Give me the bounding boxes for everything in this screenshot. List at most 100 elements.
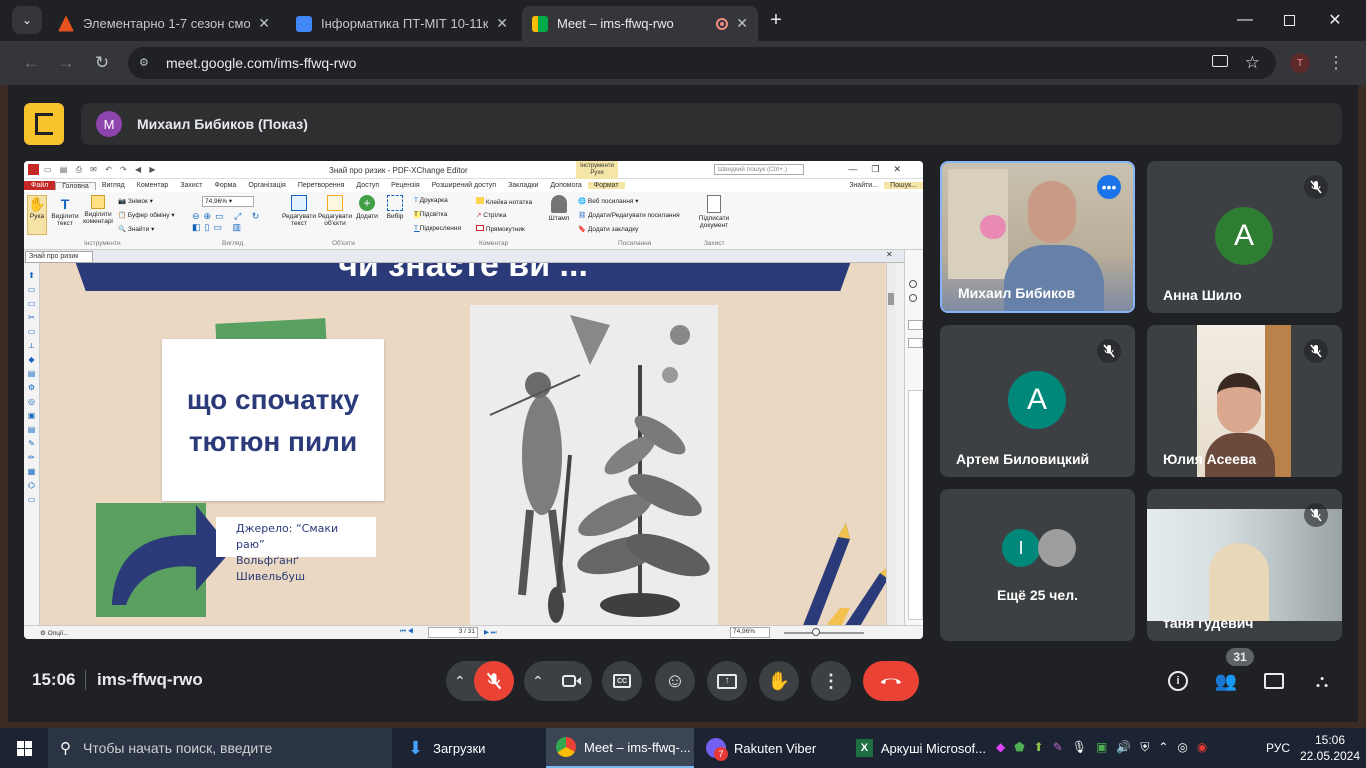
browser-tab-3[interactable]: Meet – ims-ffwq-rwo ✕ (522, 6, 758, 41)
menu-advanced-access[interactable]: Розширений доступ (426, 182, 502, 189)
maximize-button[interactable] (1266, 0, 1312, 40)
status-zoom-select[interactable]: 74,96% (730, 627, 770, 638)
menu-protect[interactable]: Захист (174, 182, 208, 189)
radio-icon[interactable] (909, 294, 917, 302)
leave-call-button[interactable] (863, 661, 919, 701)
choose-button[interactable]: Вибір (382, 195, 408, 220)
input-language[interactable]: РУС (1266, 728, 1290, 768)
mic-toggle-button[interactable] (474, 661, 514, 701)
taskbar-app-excel[interactable]: X Аркуші Microsof... (850, 728, 986, 768)
edit-objects-button[interactable]: Редагувати об'єкти (318, 195, 352, 227)
pdf-window-controls[interactable]: —❐✕ (848, 164, 915, 175)
people-button[interactable]: 👥 (1210, 666, 1242, 696)
participant-tile-mikhail[interactable]: ••• Михаил Бибиков (940, 161, 1135, 313)
find-tool-button[interactable]: 🔍 Знайти ▾ (118, 225, 154, 233)
panel-input[interactable] (908, 338, 923, 348)
taskbar-app-chrome[interactable]: Meet – ims-ffwq-... (546, 728, 694, 768)
tray-app-icon[interactable]: ⛨ (1140, 740, 1149, 756)
scrollbar-thumb[interactable] (888, 293, 894, 305)
tray-app-icon[interactable]: ▣ (1096, 740, 1107, 756)
site-info-icon[interactable]: ⚙ (139, 56, 153, 70)
menu-file[interactable]: Файл (24, 181, 56, 190)
start-button[interactable] (0, 728, 48, 768)
add-button[interactable]: + Додати (354, 195, 380, 220)
pen-icon[interactable]: ✎ (1053, 740, 1063, 756)
chevron-up-icon[interactable]: ⌃ (1158, 740, 1168, 756)
rectangle-button[interactable]: Прямокутник (476, 225, 525, 233)
chevron-up-icon[interactable]: ⌃ (454, 673, 466, 690)
close-icon[interactable]: ✕ (258, 15, 270, 32)
menu-comment[interactable]: Коментар (131, 182, 174, 189)
browser-tab-1[interactable]: Элементарно 1-7 сезон смотр ✕ (48, 6, 280, 41)
activities-button[interactable]: ⛬ (1306, 666, 1338, 696)
vertical-scrollbar[interactable] (886, 263, 895, 625)
menu-convert[interactable]: Перетворення (292, 182, 351, 189)
zoom-slider[interactable] (784, 628, 864, 636)
new-tab-button[interactable]: + (764, 8, 788, 32)
first-page-icon[interactable]: ⏮ ◀ (400, 628, 413, 636)
taskbar-app-viber[interactable]: 7 Rakuten Viber (700, 728, 840, 768)
raise-hand-button[interactable]: ✋ (759, 661, 799, 701)
add-edit-links-button[interactable]: ⛓ Додати/Редагувати посилання (578, 211, 680, 219)
select-text-button[interactable]: T Виділити текст (50, 195, 80, 235)
tray-app-icon[interactable]: ◉ (1197, 740, 1207, 756)
search-button[interactable]: Пошук... (884, 182, 923, 189)
snapshot-button[interactable]: 📷 Знімок ▾ (118, 197, 153, 205)
sign-document-button[interactable]: Підписати документ (696, 195, 732, 229)
menu-format[interactable]: Формат (587, 182, 625, 189)
present-button[interactable]: ↑ (707, 661, 747, 701)
find-button[interactable]: Знайти... (843, 182, 884, 189)
close-icon[interactable]: ✕ (886, 250, 893, 259)
captions-button[interactable]: CC (602, 661, 642, 701)
reload-button[interactable]: ↻ (90, 51, 114, 75)
more-options-button[interactable]: ⋮ (811, 661, 851, 701)
forward-button[interactable]: → (54, 51, 78, 75)
next-page-icon[interactable]: ▶ ⏭ (484, 628, 497, 637)
participant-tile-anna[interactable]: A Анна Шило (1147, 161, 1342, 313)
camera-toggle-button[interactable] (552, 661, 592, 701)
profile-avatar[interactable]: T (1290, 53, 1310, 73)
page-number-input[interactable]: 3 / 31 (428, 627, 478, 638)
participant-tile-artem[interactable]: A Артем Биловицкий (940, 325, 1135, 477)
tray-app-icon[interactable]: ◆ (996, 740, 1005, 756)
meeting-details-button[interactable]: i (1162, 666, 1194, 696)
camera-icon[interactable] (1212, 55, 1228, 67)
add-bookmark-button[interactable]: 🔖 Додати закладку (578, 225, 638, 233)
tray-app-icon[interactable]: ⬆ (1034, 740, 1044, 756)
close-icon[interactable]: ✕ (496, 15, 508, 32)
menu-form[interactable]: Форма (209, 182, 243, 189)
edit-text-button[interactable]: Редагувати текст (282, 195, 316, 227)
browser-tab-2[interactable]: Інформатика ПТ-МІТ 10-11кла ✕ (286, 6, 518, 41)
sticky-note-button[interactable]: Клейка нотатка (476, 197, 532, 206)
taskbar-clock[interactable]: 15:06 22.05.2024 (1298, 732, 1362, 764)
more-participants-tile[interactable]: I Ещё 25 чел. (940, 489, 1135, 641)
chevron-up-icon[interactable]: ⌃ (532, 673, 544, 690)
underline-button[interactable]: T Підкреслення (414, 225, 461, 232)
web-links-button[interactable]: 🌐 Веб посилання ▾ (578, 197, 639, 205)
participant-tile-yulia[interactable]: Юлия Асеева (1147, 325, 1342, 477)
quick-search-input[interactable]: Швидкий пошук (Ctrl+.) (714, 164, 804, 175)
taskbar-app-downloads[interactable]: ⬇ Загрузки (404, 728, 540, 768)
clipboard-button[interactable]: 📋 Буфер обміну ▾ (118, 211, 175, 219)
document-tab[interactable]: Знай про ризик (25, 251, 94, 263)
zoom-select[interactable]: 74,96% ▾ (202, 196, 254, 207)
network-icon[interactable]: ◎ (1177, 740, 1187, 756)
arrow-button[interactable]: ↗ Стрілка (476, 211, 506, 219)
typewriter-button[interactable]: T Друкарка (414, 197, 448, 204)
participant-tile-tanya[interactable]: таня гудевич (1147, 489, 1342, 641)
taskbar-search[interactable]: ⚲ Чтобы начать поиск, введите (48, 728, 392, 768)
tray-app-icon[interactable]: ⬟ (1014, 740, 1024, 756)
options-button[interactable]: ⚙ Опції... (40, 629, 69, 637)
chat-button[interactable] (1258, 666, 1290, 696)
menu-home[interactable]: Головна (55, 181, 96, 190)
zoom-slider-thumb[interactable] (812, 628, 820, 636)
menu-access[interactable]: Доступ (350, 182, 385, 189)
hand-tool-button[interactable]: ✋ Рука (27, 195, 47, 235)
highlight-button[interactable]: T Підсвітка (414, 211, 447, 218)
close-window-button[interactable]: ✕ (1312, 0, 1358, 40)
menu-bookmarks[interactable]: Закладки (502, 182, 544, 189)
stamp-button[interactable]: Штамп (546, 195, 572, 222)
panel-input[interactable] (908, 320, 923, 330)
star-icon[interactable]: ☆ (1245, 53, 1260, 73)
menu-organize[interactable]: Організація (242, 182, 292, 189)
